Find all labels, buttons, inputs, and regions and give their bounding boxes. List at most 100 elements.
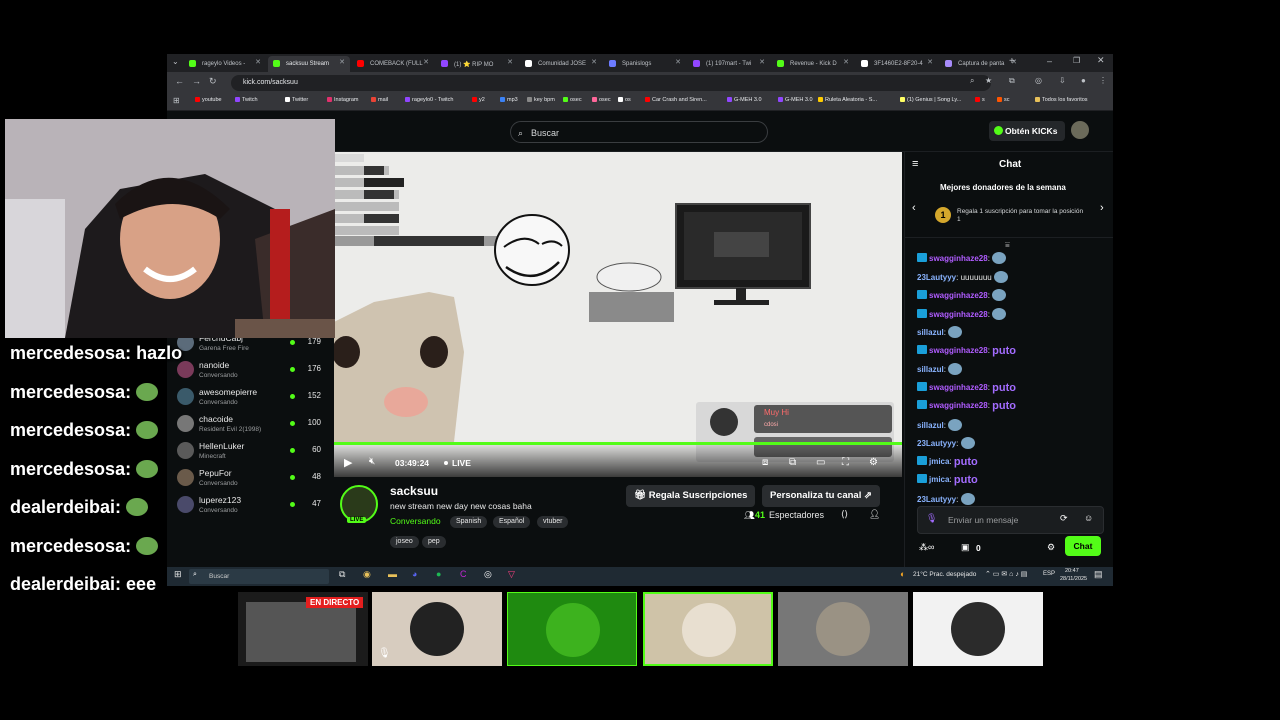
bookmark-link[interactable]: (1) Genius | Song Ly... <box>900 97 961 103</box>
close-tab-icon[interactable]: ✕ <box>339 58 345 66</box>
minimize-icon[interactable]: – <box>1047 56 1052 66</box>
discord-taskbar-icon[interactable]: ◕ <box>412 569 417 579</box>
tag-spanish[interactable]: Spanish <box>450 516 488 528</box>
chat-message[interactable]: swagginhaze28: <box>917 307 1007 320</box>
fullscreen-icon[interactable]: ⛶ <box>842 457 849 468</box>
sidebar-channel[interactable]: HellenLuker Minecraft 60 <box>175 438 325 464</box>
chat-message[interactable]: swagginhaze28: puto <box>917 400 1016 412</box>
next-chevron-icon[interactable]: › <box>1100 202 1104 214</box>
user-avatar[interactable] <box>1071 121 1089 139</box>
chat-message[interactable]: sillazul: <box>917 418 963 431</box>
url-input[interactable]: kick.com/sacksuu <box>231 75 991 91</box>
chat-username[interactable]: sillazul <box>917 328 944 337</box>
profile-icon[interactable]: ◎ <box>1035 76 1042 85</box>
clip-icon[interactable]: ⧈ <box>762 457 768 468</box>
settings-gear-icon[interactable]: ⚙ <box>869 457 878 468</box>
theater-icon[interactable]: ▭ <box>816 457 825 468</box>
new-tab-button[interactable]: + <box>1009 56 1015 67</box>
bookmark-link[interactable]: y2 <box>472 97 485 103</box>
chrome-taskbar-icon[interactable]: ◉ <box>363 569 371 580</box>
bookmark-link[interactable]: rageylo0 - Twitch <box>405 97 453 103</box>
thumbnail-tabby-cat[interactable] <box>778 592 908 666</box>
sidebar-channel[interactable]: luperez123 Conversando 47 <box>175 492 325 518</box>
bookmark-link[interactable]: youtube <box>195 97 222 103</box>
close-window-icon[interactable]: ✕ <box>1097 55 1105 66</box>
chat-settings-icon[interactable]: ⚙ <box>1047 542 1055 553</box>
chat-username[interactable]: swagginhaze28 <box>929 401 988 410</box>
obs-taskbar-icon[interactable]: ◎ <box>484 569 492 580</box>
live-progress-bar[interactable] <box>334 442 902 445</box>
chat-username[interactable]: jmica <box>929 457 949 466</box>
chat-username[interactable]: 23Lautyyy <box>917 439 956 448</box>
explorer-taskbar-icon[interactable]: ▬ <box>388 569 397 579</box>
thumbnail-dog[interactable] <box>913 592 1043 666</box>
notifications-icon[interactable]: ▤ <box>1094 569 1103 580</box>
close-tab-icon[interactable]: ✕ <box>507 58 513 66</box>
bookmark-link[interactable]: s <box>975 97 985 103</box>
gift-subs-button[interactable]: 🎁︎ Regala Suscripciones <box>626 485 756 507</box>
bookmark-link[interactable]: mail <box>371 97 388 103</box>
tag-espanol[interactable]: Español <box>493 516 531 528</box>
menu-icon[interactable]: ⋮ <box>1099 76 1107 85</box>
bookmark-link[interactable]: Twitter <box>285 97 308 103</box>
thumbnail-skull[interactable]: 🎙︎ <box>372 592 502 666</box>
bookmark-link[interactable]: Instagram <box>327 97 358 103</box>
chat-username[interactable]: swagginhaze28 <box>929 254 988 263</box>
thumbnail-live-preview[interactable]: EN DIRECTO <box>238 592 368 666</box>
thumbnail-green-cat[interactable] <box>507 592 637 666</box>
chat-message[interactable]: swagginhaze28: <box>917 252 1007 264</box>
apps-grid-icon[interactable]: ⊞ <box>173 96 180 105</box>
bookmark-link[interactable]: Twitch <box>235 97 258 103</box>
sidebar-channel[interactable]: PepuFor Conversando 48 <box>175 465 325 491</box>
share-icon[interactable]: ⟨⟩ <box>841 509 848 520</box>
chat-message[interactable]: sillazul: <box>917 363 963 375</box>
back-icon[interactable]: ← <box>175 76 184 86</box>
stream-category[interactable]: Conversando <box>390 516 441 526</box>
tag-joseo[interactable]: joseo <box>390 536 419 548</box>
video-player[interactable]: Muy Hi cdosi ▶ 🔇︎ 03:49:24 LIVE ⧈ ⧉ ▭ ⛶ … <box>334 152 902 477</box>
close-tab-icon[interactable]: ✕ <box>591 58 597 66</box>
bookmark-link[interactable]: mp3 <box>500 97 518 103</box>
close-tab-icon[interactable]: ✕ <box>759 58 765 66</box>
chat-message[interactable]: swagginhaze28: <box>917 289 1007 301</box>
browser-tab[interactable]: COMEBACK (FULL ✕ <box>352 56 434 72</box>
task-view-icon[interactable]: ⧉ <box>339 569 345 580</box>
get-kicks-button[interactable]: Obtén KICKs <box>989 121 1065 141</box>
browser-tab[interactable]: rageylo Videos - ✕ <box>184 56 266 72</box>
bookmark-link[interactable]: G-MEH 3.0 <box>778 97 813 103</box>
close-tab-icon[interactable]: ✕ <box>423 58 429 66</box>
chat-message[interactable]: swagginhaze28: puto <box>917 381 1016 394</box>
app-taskbar-icon[interactable]: ▽ <box>508 569 515 580</box>
mic-icon[interactable]: 🎙︎ <box>926 513 937 524</box>
extensions-icon[interactable]: ⧉ <box>1009 76 1015 86</box>
browser-tab[interactable]: Comunidad JOSE ✕ <box>520 56 602 72</box>
pinned-icon[interactable]: ⩸ <box>1005 240 1010 250</box>
play-icon[interactable]: ▶ <box>344 456 352 469</box>
browser-tab[interactable]: sacksuu Stream ✕ <box>268 56 350 72</box>
tag-pep[interactable]: pep <box>422 536 446 548</box>
chat-message[interactable]: jmica: puto <box>917 474 978 486</box>
collapse-chat-icon[interactable]: ≡ <box>912 158 918 170</box>
chat-message[interactable]: sillazul: <box>917 326 963 338</box>
chat-username[interactable]: swagginhaze28 <box>929 310 988 319</box>
customize-channel-button[interactable]: Personaliza tu canal ⇗ <box>762 485 880 507</box>
maximize-icon[interactable]: ❐ <box>1073 56 1080 65</box>
pip-icon[interactable]: ⧉ <box>789 457 796 468</box>
bookmark-link[interactable]: Ruleta Aleatoria - S... <box>818 97 877 103</box>
bookmark-link[interactable]: G-MEH 3.0 <box>727 97 762 103</box>
sidebar-channel[interactable]: nanoide Conversando 176 <box>175 357 325 383</box>
prev-chevron-icon[interactable]: ‹ <box>912 202 916 214</box>
send-chat-button[interactable]: Chat <box>1065 536 1101 556</box>
bookmark-link[interactable]: key bpm <box>527 97 555 103</box>
forward-icon[interactable]: → <box>192 76 201 86</box>
account-icon[interactable]: ● <box>1081 76 1086 85</box>
chat-message[interactable]: 23Lautyyy: <box>917 492 975 505</box>
bookmark-star-icon[interactable]: ★ <box>985 76 992 85</box>
windows-start-icon[interactable]: ⊞ <box>174 569 182 580</box>
sidebar-channel[interactable]: chacoide Resident Evil 2(1998) 100 <box>175 411 325 437</box>
tab-search-icon[interactable]: ⌄ <box>172 57 179 66</box>
infinity-points-icon[interactable]: ⁂∞ <box>919 542 934 553</box>
chat-input[interactable]: 🎙︎ Enviar un mensaje ⟳ ☺ <box>917 506 1104 534</box>
bookmark-link[interactable]: osec <box>592 97 611 103</box>
streamer-name[interactable]: sacksuu <box>390 484 438 498</box>
